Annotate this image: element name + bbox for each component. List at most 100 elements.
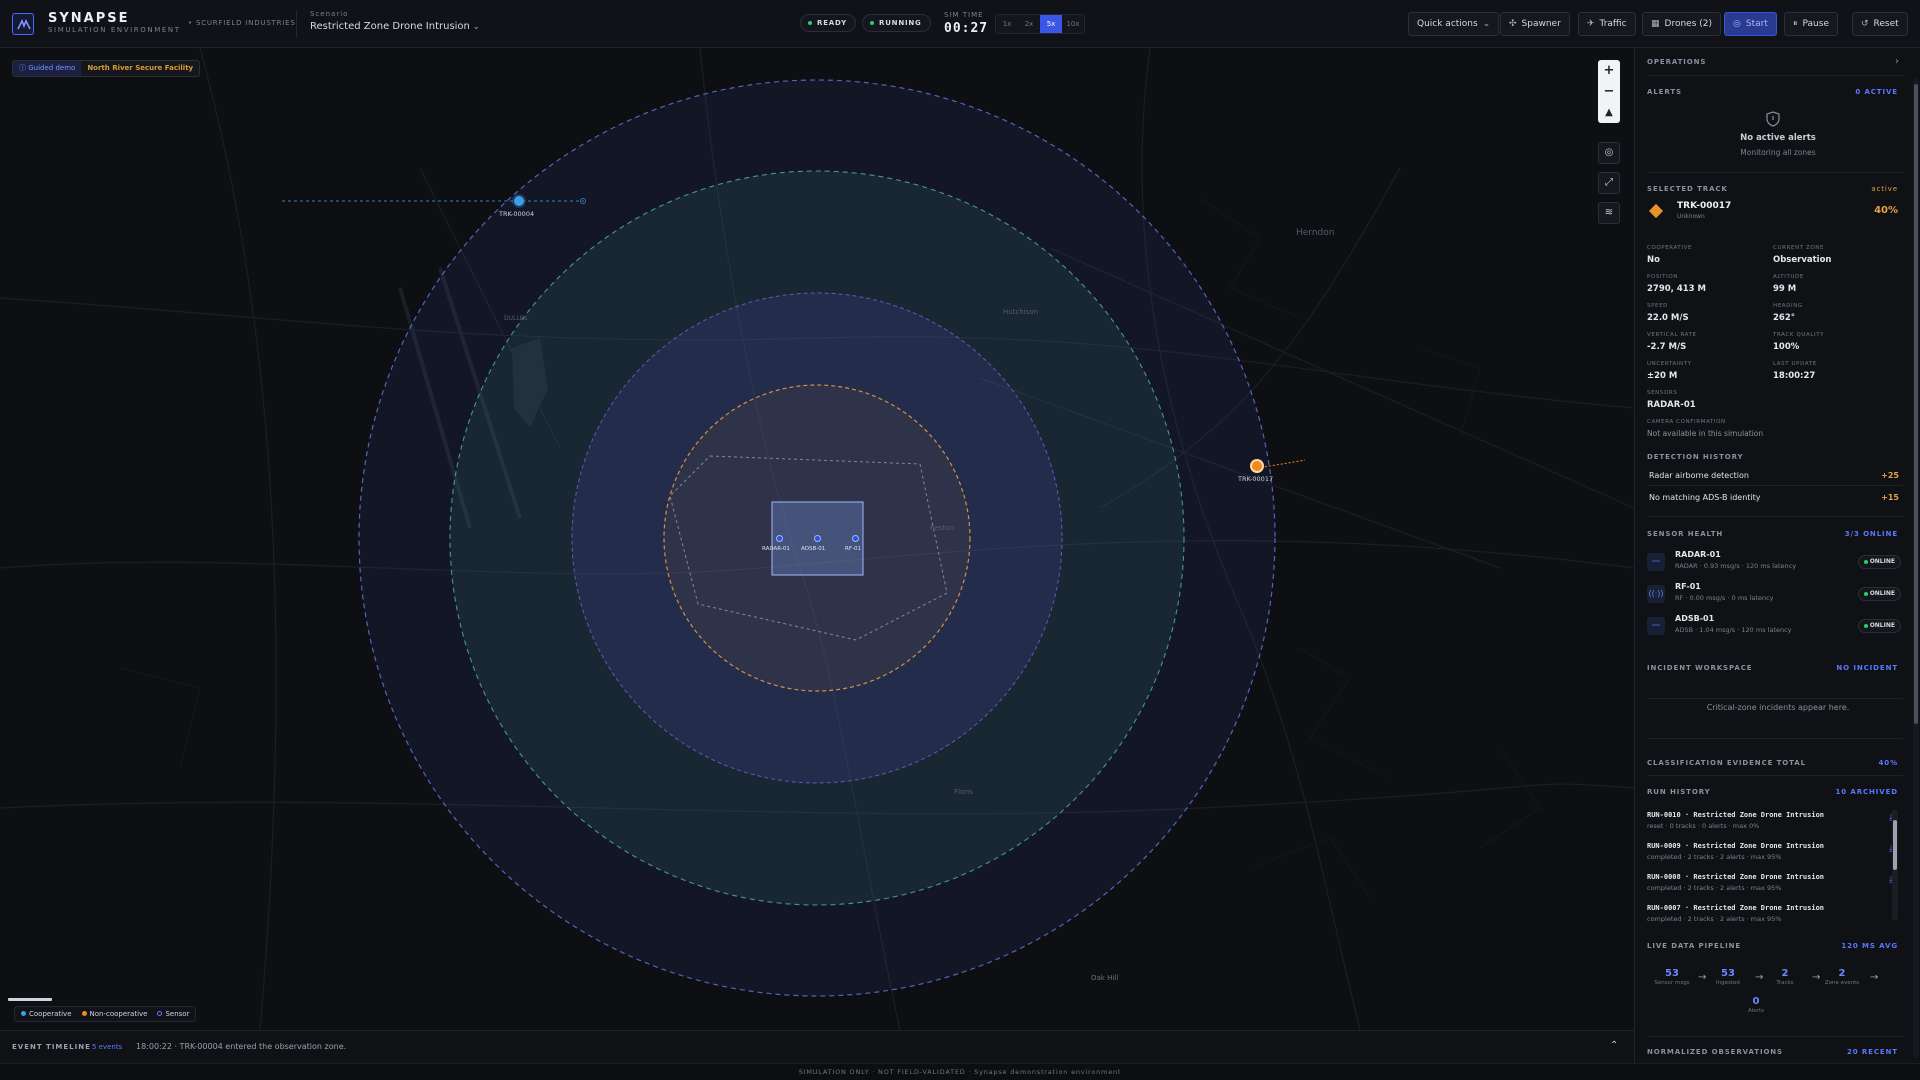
sensor-detail: RF · 0.00 msg/s · 0 ms latency	[1675, 594, 1774, 602]
quick-actions-button[interactable]: Quick actions ⌄	[1408, 12, 1500, 36]
field-label: UNCERTAINTY	[1647, 361, 1692, 367]
event-timeline[interactable]: EVENT TIMELINE 5 events 18:00:22 · TRK-0…	[0, 1030, 1634, 1063]
drones-label: Drones (2)	[1664, 19, 1712, 29]
locate-button[interactable]: ◎	[1598, 142, 1620, 164]
pipeline-stage-value: 0	[1752, 996, 1760, 1007]
expand-timeline-chevron-up-icon[interactable]: ⌃	[1610, 1040, 1618, 1051]
timeline-latest-event: 18:00:22 · TRK-00004 entered the observa…	[136, 1042, 347, 1051]
operations-panel: OPERATIONS › ALERTS 0 ACTIVE No active a…	[1634, 48, 1920, 1063]
pause-button[interactable]: ⏸ Pause	[1784, 12, 1838, 36]
rf-signal-icon: ((·))	[1647, 585, 1665, 603]
pause-icon: ⏸	[1793, 19, 1798, 29]
ready-status-text: READY	[817, 19, 847, 27]
pipeline-stage: 2 Zone events	[1817, 968, 1867, 986]
zoom-out-button[interactable]: −	[1598, 81, 1620, 102]
reset-button[interactable]: ↺ Reset	[1852, 12, 1908, 36]
spawner-button[interactable]: ✣ Spawner	[1500, 12, 1570, 36]
track-marker-non-cooperative[interactable]	[1250, 459, 1264, 473]
guided-demo-badge[interactable]: ⓘ Guided demo North River Secure Facilit…	[12, 60, 201, 77]
guided-demo-label: ⓘ Guided demo	[13, 61, 82, 76]
field-value: -2.7 M/S	[1647, 342, 1687, 352]
sim-time-label: SIM TIME	[944, 11, 984, 19]
sensor-marker[interactable]	[814, 535, 821, 542]
spawner-label: Spawner	[1521, 19, 1561, 29]
zoom-in-button[interactable]: +	[1598, 60, 1620, 81]
sensor-label: ADSB-01	[801, 546, 826, 552]
run-history-item[interactable]: RUN-0010 · Restricted Zone Drone Intrusi…	[1647, 811, 1893, 841]
run-summary: reset · 0 tracks · 0 alerts · max 0%	[1647, 822, 1760, 830]
field-label: TRACK QUALITY	[1773, 332, 1825, 338]
detection-history-text: No matching ADS-B identity	[1649, 493, 1761, 502]
start-button[interactable]: ◎ Start	[1724, 12, 1777, 36]
compass-button[interactable]: ▲	[1598, 102, 1620, 123]
arrow-right-icon: →	[1870, 972, 1879, 983]
collapse-panel-chevron-right-icon[interactable]: ›	[1895, 56, 1899, 67]
sensor-marker[interactable]	[776, 535, 783, 542]
selected-track-confidence: 40%	[1874, 205, 1898, 216]
drone-icon: ✣	[1509, 19, 1517, 29]
app-brand-subtitle: SIMULATION ENVIRONMENT	[48, 26, 181, 34]
traffic-button[interactable]: ✈ Traffic	[1578, 12, 1636, 36]
panel-scrollbar-thumb[interactable]	[1914, 84, 1918, 724]
timeline-label: EVENT TIMELINE	[12, 1043, 91, 1051]
classification-evidence-label: CLASSIFICATION EVIDENCE TOTAL	[1647, 759, 1806, 767]
speed-1x-button[interactable]: 1x	[996, 15, 1018, 33]
start-label: Start	[1745, 19, 1768, 29]
drones-button[interactable]: ▦ Drones (2)	[1642, 12, 1721, 36]
field-label: POSITION	[1647, 274, 1678, 280]
reset-icon: ↺	[1861, 19, 1869, 29]
legend-item-sensor: Sensor	[157, 1007, 189, 1021]
divider	[1647, 698, 1903, 699]
zoom-controls: + − ▲	[1598, 60, 1620, 123]
pause-label: Pause	[1802, 19, 1829, 29]
speed-2x-button[interactable]: 2x	[1018, 15, 1040, 33]
sensor-row[interactable]: 〰 ADSB-01 ADSB · 1.04 msg/s · 120 ms lat…	[1647, 612, 1903, 642]
track-marker-cooperative[interactable]	[514, 196, 524, 206]
sensor-row[interactable]: ((·)) RF-01 RF · 0.00 msg/s · 0 ms laten…	[1647, 580, 1903, 610]
detection-history-item: Radar airborne detection +25	[1647, 466, 1903, 486]
run-history-scrollbar-thumb[interactable]	[1893, 820, 1897, 870]
sensor-status-badge: ONLINE	[1857, 587, 1901, 601]
map-view[interactable]: Herndon DULLES Hutchison Reston Floris O…	[0, 48, 1634, 1030]
field-label: SPEED	[1647, 303, 1668, 309]
fullscreen-button[interactable]: ⤢	[1598, 172, 1620, 194]
selected-track-state: active	[1871, 185, 1898, 193]
legend-handle[interactable]	[8, 998, 52, 1001]
running-status-text: RUNNING	[879, 19, 922, 27]
field-value: No	[1647, 255, 1660, 265]
track-label: TRK-00004	[499, 210, 535, 218]
legend-item-non-cooperative: Non-cooperative	[81, 1007, 147, 1021]
ready-status-badge: READY	[800, 14, 856, 32]
camera-confirmation-label: CAMERA CONFIRMATION	[1647, 419, 1726, 425]
run-history-item[interactable]: RUN-0009 · Restricted Zone Drone Intrusi…	[1647, 842, 1893, 872]
sensor-status-badge: ONLINE	[1857, 555, 1901, 569]
org-name: • SCURFIELD INDUSTRIES	[188, 19, 296, 27]
map-legend: Cooperative Non-cooperative Sensor	[14, 1006, 197, 1022]
field-label: VERTICAL RATE	[1647, 332, 1697, 338]
run-history-item[interactable]: RUN-0007 · Restricted Zone Drone Intrusi…	[1647, 904, 1887, 924]
field-value: ±20 M	[1647, 371, 1678, 381]
chevron-down-icon: ⌄	[1482, 19, 1491, 29]
detection-history-label: DETECTION HISTORY	[1647, 453, 1744, 461]
top-bar: SYNAPSE SIMULATION ENVIRONMENT • SCURFIE…	[0, 0, 1920, 48]
pipeline-stage: 2 Tracks	[1760, 968, 1810, 986]
speed-5x-button[interactable]: 5x	[1040, 15, 1062, 33]
sensor-row[interactable]: 〰 RADAR-01 RADAR · 0.93 msg/s · 120 ms l…	[1647, 548, 1903, 578]
sensor-marker[interactable]	[852, 535, 859, 542]
run-history-item[interactable]: RUN-0008 · Restricted Zone Drone Intrusi…	[1647, 873, 1893, 903]
plane-icon: ✈	[1587, 19, 1595, 29]
pipeline-stage: 53 Sensor msgs	[1647, 968, 1697, 986]
footer-disclaimer: SIMULATION ONLY · NOT FIELD-VALIDATED · …	[0, 1063, 1920, 1080]
divider	[1647, 775, 1903, 776]
speed-10x-button[interactable]: 10x	[1062, 15, 1084, 33]
layers-button[interactable]: ≋	[1598, 202, 1620, 224]
divider	[1647, 1036, 1903, 1037]
run-summary: completed · 2 tracks · 2 alerts · max 95…	[1647, 853, 1782, 861]
detection-history-item: No matching ADS-B identity +15	[1647, 488, 1903, 508]
classification-evidence-value: 40%	[1878, 759, 1898, 767]
sensor-name: RADAR-01	[1675, 550, 1721, 559]
speed-selector: 1x 2x 5x 10x	[995, 14, 1085, 34]
scenario-select[interactable]: Restricted Zone Drone Intrusion ⌄	[310, 21, 480, 37]
quick-actions-label: Quick actions	[1417, 19, 1478, 29]
pipeline-stage-label: Sensor msgs	[1654, 980, 1690, 986]
